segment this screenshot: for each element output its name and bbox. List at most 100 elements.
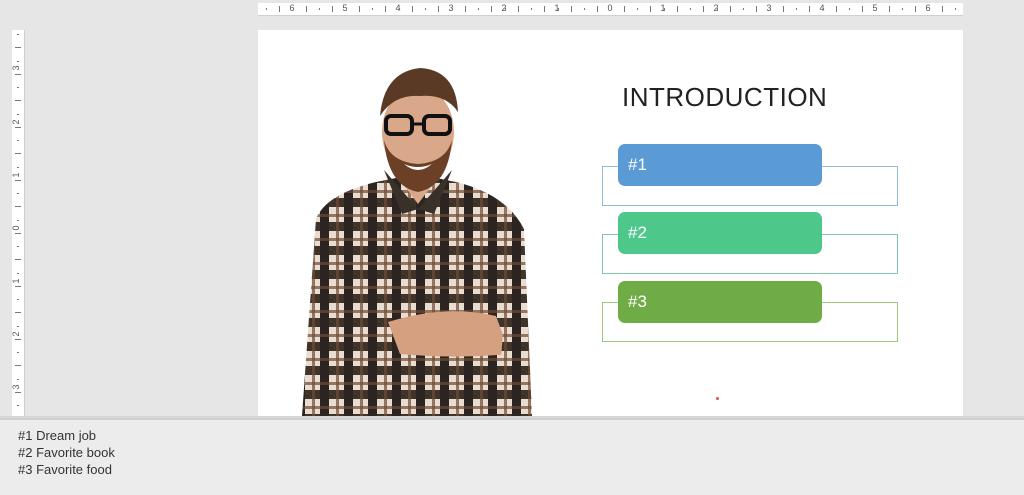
- ruler-tick: [928, 8, 930, 10]
- note-line-1[interactable]: #1 Dream job: [18, 428, 96, 443]
- slide-title[interactable]: INTRODUCTION: [622, 82, 827, 113]
- ruler-tick: [637, 8, 638, 10]
- ruler-tick: [292, 8, 294, 10]
- horizontal-ruler[interactable]: 6 5 4 3 2 1 0 1 2 3 4 5 6: [258, 3, 963, 16]
- ruler-tick: [17, 272, 19, 274]
- ruler-number: 1: [11, 278, 22, 284]
- ruler-tick: [623, 6, 625, 12]
- ruler-tick: [15, 365, 21, 367]
- vertical-ruler[interactable]: 3 2 1 0 1 2 3: [11, 30, 25, 416]
- ruler-tick: [650, 6, 652, 12]
- ruler-tick: [15, 179, 21, 181]
- ruler-tick: [676, 6, 678, 12]
- ruler-tick: [663, 8, 665, 10]
- ruler-tick: [478, 8, 479, 10]
- ruler-tick: [17, 299, 19, 300]
- ruler-number: 2: [11, 119, 22, 125]
- ruler-tick: [862, 6, 864, 12]
- ruler-number: 3: [11, 65, 22, 71]
- note-line-3[interactable]: #3 Favorite food: [18, 462, 112, 477]
- item-1-box[interactable]: #1: [618, 144, 822, 186]
- ruler-tick: [411, 6, 413, 12]
- ruler-tick: [15, 259, 21, 261]
- ruler-tick: [345, 8, 347, 10]
- note-line-2[interactable]: #2 Favorite book: [18, 445, 115, 460]
- ruler-tick: [809, 6, 811, 12]
- ruler-tick: [266, 8, 267, 10]
- ruler-tick: [888, 6, 890, 12]
- ruler-number: 2: [11, 331, 22, 337]
- ruler-tick: [15, 391, 21, 393]
- person-photo[interactable]: [296, 54, 536, 416]
- ruler-tick: [358, 6, 360, 12]
- ruler-tick: [385, 6, 387, 12]
- ruler-tick: [716, 8, 718, 10]
- ruler-tick: [849, 8, 850, 10]
- ruler-tick: [17, 34, 19, 35]
- ruler-tick: [15, 153, 21, 155]
- ruler-tick: [15, 126, 21, 128]
- ruler-tick: [451, 8, 453, 10]
- ruler-tick: [15, 312, 21, 314]
- ruler-tick: [17, 405, 19, 406]
- ruler-tick: [17, 60, 19, 62]
- ruler-tick: [279, 6, 281, 12]
- ruler-tick: [544, 6, 546, 12]
- ruler-tick: [15, 73, 21, 75]
- ruler-tick: [875, 8, 877, 10]
- ruler-tick: [902, 8, 903, 10]
- item-2-box[interactable]: #2: [618, 212, 822, 254]
- ruler-tick: [319, 8, 320, 10]
- cursor-marker: [716, 397, 719, 400]
- ruler-tick: [15, 206, 21, 208]
- ruler-tick: [769, 8, 771, 10]
- ruler-tick: [438, 6, 440, 12]
- ruler-tick: [372, 8, 373, 10]
- ruler-tick: [15, 100, 21, 102]
- ruler-tick: [305, 6, 307, 12]
- ruler-tick: [15, 232, 21, 234]
- ruler-tick: [398, 8, 400, 10]
- ruler-tick: [17, 113, 19, 115]
- slide-canvas[interactable]: INTRODUCTION #1 #2 #3: [258, 30, 963, 416]
- ruler-number: 0: [11, 225, 22, 231]
- ruler-tick: [570, 6, 572, 12]
- ruler-tick: [729, 6, 731, 12]
- ruler-tick: [690, 8, 691, 10]
- ruler-tick: [756, 6, 758, 12]
- ruler-tick: [597, 6, 599, 12]
- ruler-tick: [17, 352, 19, 353]
- ruler-tick: [15, 47, 21, 49]
- ruler-tick: [17, 87, 19, 88]
- ruler-tick: [703, 6, 705, 12]
- ruler-tick: [17, 219, 19, 221]
- ruler-tick: [17, 193, 19, 194]
- ruler-tick: [941, 6, 943, 12]
- ruler-tick: [610, 8, 612, 10]
- ruler-tick: [332, 6, 334, 12]
- ruler-tick: [15, 285, 21, 287]
- ruler-tick: [531, 8, 532, 10]
- ruler-tick: [504, 8, 506, 10]
- ruler-tick: [17, 325, 19, 327]
- item-3-box[interactable]: #3: [618, 281, 822, 323]
- ruler-tick: [835, 6, 837, 12]
- notes-pane[interactable]: #1 Dream job #2 Favorite book #3 Favorit…: [0, 418, 1024, 495]
- ruler-tick: [822, 8, 824, 10]
- ruler-tick: [915, 6, 917, 12]
- ruler-tick: [557, 8, 559, 10]
- ruler-tick: [15, 338, 21, 340]
- ruler-tick: [796, 8, 797, 10]
- ruler-tick: [425, 8, 426, 10]
- ruler-tick: [17, 140, 19, 141]
- ruler-tick: [584, 8, 585, 10]
- ruler-tick: [955, 8, 956, 10]
- ruler-tick: [782, 6, 784, 12]
- ruler-tick: [17, 246, 19, 247]
- ruler-tick: [491, 6, 493, 12]
- ruler-number: 1: [11, 172, 22, 178]
- ruler-tick: [17, 166, 19, 168]
- ruler-tick: [17, 378, 19, 380]
- ruler-tick: [464, 6, 466, 12]
- ruler-number: 3: [11, 384, 22, 390]
